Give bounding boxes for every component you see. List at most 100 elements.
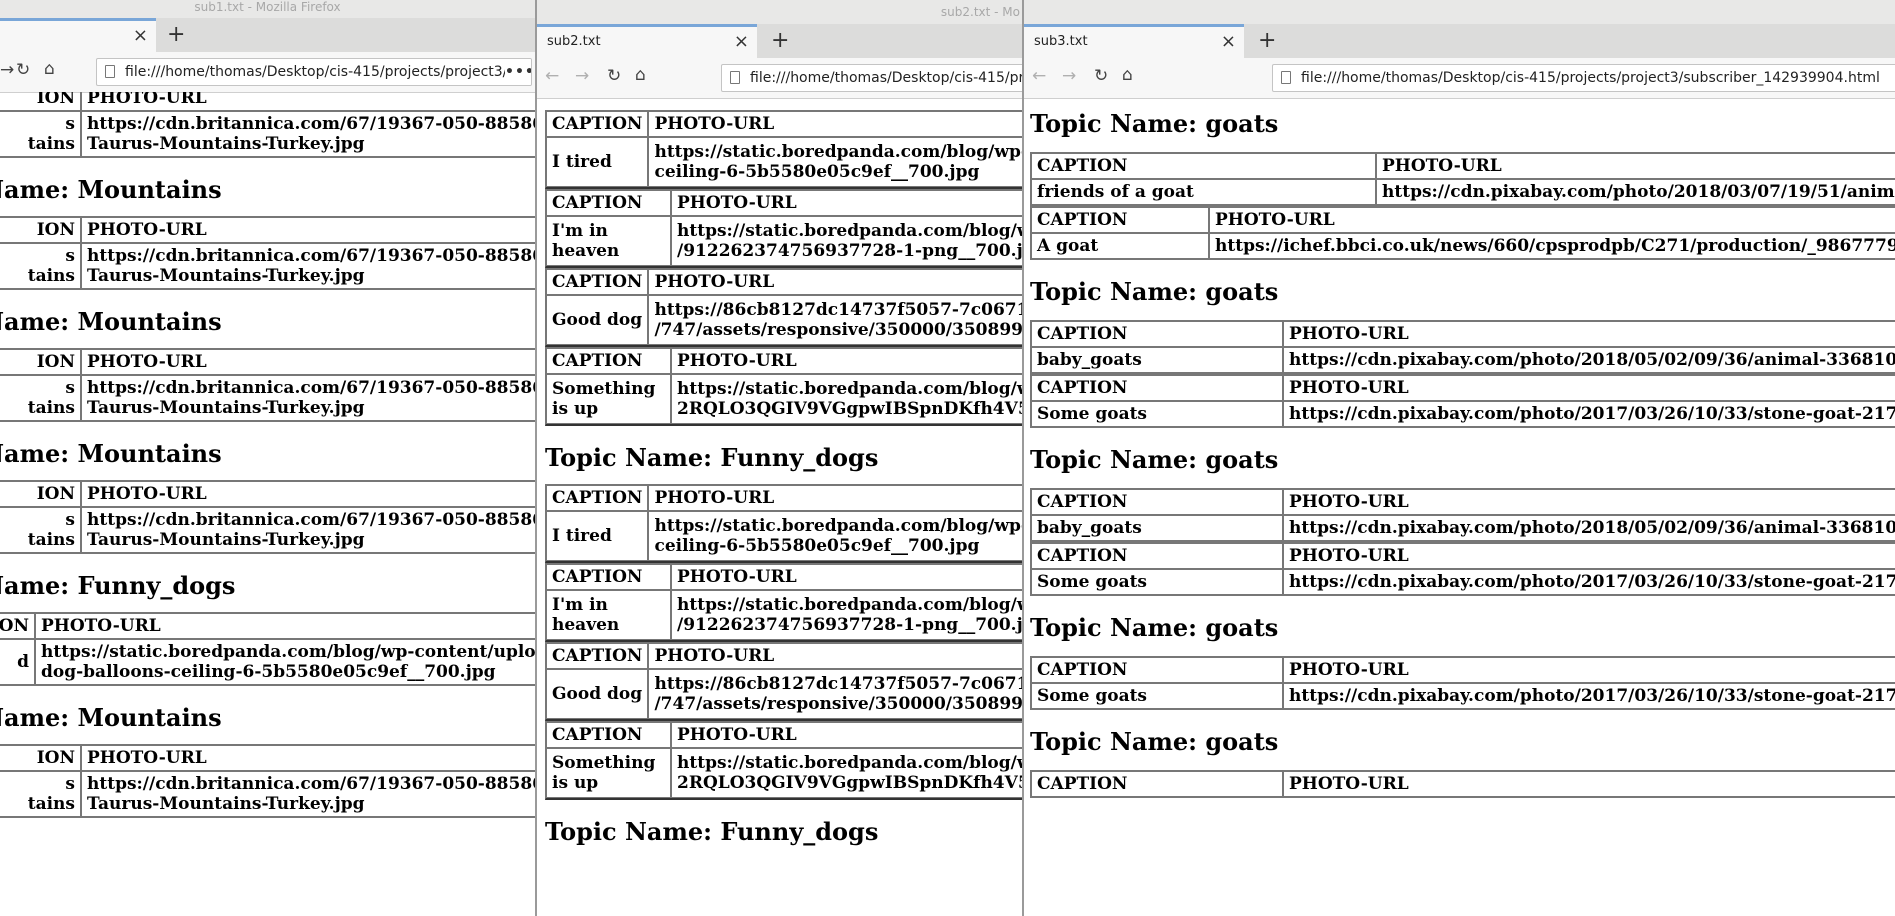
cell-line: s bbox=[65, 774, 75, 794]
photo-table: CAPTION PHOTO-URL Something is up https://st… bbox=[545, 347, 1022, 426]
more-icon[interactable]: ••• bbox=[505, 59, 531, 85]
close-icon[interactable]: × bbox=[1221, 27, 1236, 57]
photo-url-header: PHOTO-URL bbox=[1376, 153, 1895, 179]
tab-sub3[interactable]: sub3.txt × bbox=[1024, 24, 1244, 58]
page-content: Topic Name: goats CAPTION PHOTO-URL friends… bbox=[1024, 98, 1895, 916]
photo-url-header: PHOTO-URL bbox=[35, 613, 535, 639]
photo-url-cell: https://cdn.britannica.com/67/19367-050-… bbox=[81, 375, 535, 421]
cell-line: https://static.boredpanda.com/blog/wp- bbox=[677, 595, 1022, 615]
cell-line: Taurus-Mountains-Turkey.jpg bbox=[87, 530, 365, 550]
new-tab-icon[interactable]: + bbox=[1258, 24, 1276, 58]
table-header-row: CAPTION PHOTO-URL bbox=[546, 485, 1022, 511]
table-header-row: CAPTION PHOTO-URL bbox=[546, 190, 1022, 216]
close-icon[interactable]: × bbox=[133, 21, 148, 51]
cell-line: Taurus-Mountains-Turkey.jpg bbox=[87, 266, 365, 286]
cell-line: https://static.boredpanda.com/blog/wp-co… bbox=[654, 142, 1022, 162]
caption-header: ION bbox=[0, 481, 81, 507]
topic-heading: Topic Name: Funny_dogs bbox=[545, 443, 879, 472]
photo-url-header: PHOTO-URL bbox=[1283, 771, 1895, 797]
home-icon[interactable]: ⌂ bbox=[1122, 65, 1133, 85]
photo-url-cell: https://cdn.britannica.com/67/19367-050-… bbox=[81, 771, 535, 817]
photo-table: CAPTION PHOTO-URL Something is up https://st… bbox=[545, 721, 1022, 800]
table-row: Some goats https://cdn.pixabay.com/photo/… bbox=[1031, 683, 1895, 709]
cell-line: s bbox=[65, 510, 75, 530]
photo-url-cell: https://static.boredpanda.com/blog/wp- 2R… bbox=[671, 374, 1022, 424]
cell-line: ceiling-6-5b5580e05c9ef__700.jpg bbox=[654, 536, 980, 556]
url-bar[interactable]: file:///home/thomas/Desktop/cis-415/proj… bbox=[1272, 64, 1895, 92]
caption-header: ION bbox=[0, 217, 81, 243]
table-row: friends of a goat https://cdn.pixabay.com… bbox=[1031, 179, 1895, 205]
caption-header: CAPTION bbox=[1031, 207, 1209, 233]
caption-cell: d bbox=[0, 639, 35, 685]
clipped-heading bbox=[545, 98, 1022, 110]
table-header-row: CAPTION PHOTO-URL bbox=[1031, 543, 1895, 569]
caption-header: ION bbox=[0, 92, 81, 111]
reload-icon[interactable]: ↻ bbox=[1094, 66, 1108, 86]
caption-cell: s tains bbox=[0, 507, 81, 553]
cell-line: Taurus-Mountains-Turkey.jpg bbox=[87, 398, 365, 418]
cell-line: s bbox=[65, 114, 75, 134]
back-arrow-icon[interactable]: ← bbox=[1032, 66, 1046, 86]
caption-cell: I tired bbox=[546, 511, 649, 561]
home-icon[interactable]: ⌂ bbox=[635, 65, 646, 85]
photo-url-cell: https://static.boredpanda.com/blog/wp-/9… bbox=[671, 216, 1022, 266]
topic-heading: ic Name: Mountains bbox=[0, 703, 222, 732]
url-bar[interactable]: file:///home/thomas/Desktop/cis-415/proj… bbox=[721, 64, 1022, 92]
caption-header: CAPTION bbox=[1031, 657, 1283, 683]
url-text: file:///home/thomas/Desktop/cis-415/proj… bbox=[125, 64, 524, 80]
table-row: I tired https://static.boredpanda.com/blo… bbox=[546, 137, 1022, 187]
photo-url-cell: https://ichef.bbci.co.uk/news/660/cpspro… bbox=[1209, 233, 1895, 259]
table-header-row: CAPTION PHOTO-URL bbox=[1031, 489, 1895, 515]
photo-table: CAPTION PHOTO-URL baby_goats https://cdn.pi… bbox=[1030, 320, 1895, 374]
forward-arrow-icon[interactable]: → bbox=[0, 60, 14, 80]
caption-header: CAPTION bbox=[1031, 153, 1376, 179]
tab-sub2[interactable]: sub2.txt × bbox=[537, 24, 757, 58]
forward-arrow-icon[interactable]: → bbox=[575, 66, 589, 86]
forward-arrow-icon[interactable]: → bbox=[1062, 66, 1076, 86]
page-content: CAPTION PHOTO-URL I tired https://static.bo… bbox=[537, 98, 1022, 916]
photo-url-header: PHOTO-URL bbox=[81, 481, 535, 507]
window-title-bar bbox=[1024, 0, 1895, 24]
cell-line: s bbox=[65, 378, 75, 398]
table-row: baby_goats https://cdn.pixabay.com/photo/… bbox=[1031, 515, 1895, 541]
caption-header: CAPTION bbox=[546, 485, 649, 511]
photo-url-header: PHOTO-URL bbox=[81, 349, 535, 375]
photo-table: CAPTION PHOTO-URL I tired https://static.bo… bbox=[545, 110, 1022, 189]
photo-url-cell: https://cdn.britannica.com/67/19367-050-… bbox=[81, 507, 535, 553]
caption-header: CAPTION bbox=[546, 564, 671, 590]
caption-cell: Some goats bbox=[1031, 401, 1283, 427]
caption-header: ION bbox=[0, 745, 81, 771]
table-header-row: IONPHOTO-URL bbox=[0, 613, 535, 639]
cell-line: is up bbox=[552, 399, 599, 419]
table-row: s tains https://cdn.britannica.com/67/1936… bbox=[0, 375, 535, 421]
caption-header: CAPTION bbox=[1031, 375, 1283, 401]
topic-heading: Topic Name: goats bbox=[1030, 613, 1279, 642]
topic-heading: Topic Name: goats bbox=[1030, 727, 1279, 756]
table-header-row: IONPHOTO-URL bbox=[0, 217, 535, 243]
table-header-row: CAPTION PHOTO-URL bbox=[546, 564, 1022, 590]
reload-icon[interactable]: ↻ bbox=[16, 60, 30, 80]
photo-url-cell: https://cdn.pixabay.com/photo/2017/03/26… bbox=[1283, 401, 1895, 427]
close-icon[interactable]: × bbox=[734, 27, 749, 57]
caption-header: CAPTION bbox=[546, 722, 671, 748]
table-header-row: CAPTION PHOTO-URL bbox=[546, 348, 1022, 374]
table-header-row: CAPTION PHOTO-URL bbox=[546, 111, 1022, 137]
photo-url-header: PHOTO-URL bbox=[648, 643, 1022, 669]
tab-sub1[interactable]: × bbox=[0, 18, 156, 52]
table-header-row: CAPTION PHOTO-URL bbox=[1031, 207, 1895, 233]
cell-line: tains bbox=[27, 530, 75, 550]
home-icon[interactable]: ⌂ bbox=[44, 59, 55, 79]
navigation-bar: ← → ↻ ⌂ file:///home/thomas/Desktop/cis-… bbox=[537, 58, 1022, 99]
cell-line: Taurus-Mountains-Turkey.jpg bbox=[87, 794, 365, 814]
cell-line: tains bbox=[27, 794, 75, 814]
table-row: I'm in heaven https://static.boredpanda.co… bbox=[546, 590, 1022, 640]
cell-line: Good dog bbox=[552, 684, 643, 704]
new-tab-icon[interactable]: + bbox=[771, 24, 789, 58]
photo-url-header: PHOTO-URL bbox=[671, 564, 1022, 590]
back-arrow-icon[interactable]: ← bbox=[545, 66, 559, 86]
table-header-row: CAPTION PHOTO-URL bbox=[1031, 375, 1895, 401]
url-bar[interactable]: file:///home/thomas/Desktop/cis-415/proj… bbox=[96, 58, 532, 86]
cell-line: https://86cb8127dc14737f5057-7c067122 bbox=[654, 300, 1022, 320]
reload-icon[interactable]: ↻ bbox=[607, 66, 621, 86]
new-tab-icon[interactable]: + bbox=[167, 18, 185, 52]
